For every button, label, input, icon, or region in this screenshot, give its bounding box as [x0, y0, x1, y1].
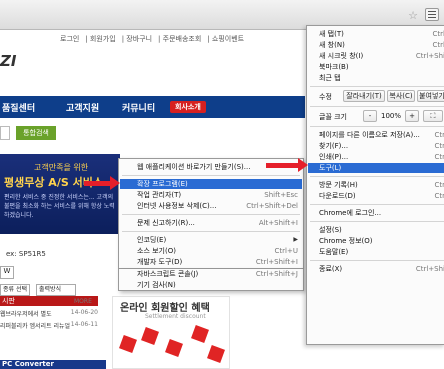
chrome-main-menu: 새 탭(T) Ctrl 새 창(N) Ctrl 새 시크릿 창(I) Ctrl+Shi…: [306, 25, 444, 345]
news-box: 시판 MORE 웹브라우저에서 별도 14-06-20 리퍼블리카 엠서리트 리뉴…: [0, 296, 98, 356]
gift-box-icon: [191, 325, 209, 343]
nav-quality[interactable]: 품질센터: [2, 101, 35, 114]
menu-separator: [122, 175, 300, 176]
top-links: 로그인 | 회원가입 | 장바구니 | 주문배송조회 | 쇼핑이벤트: [60, 35, 245, 43]
submenu-arrow-icon: ▶: [293, 236, 298, 243]
menu-separator: [122, 231, 300, 232]
bookmark-star-icon[interactable]: ☆: [408, 9, 418, 22]
paste-button[interactable]: 붙여넣기: [417, 90, 444, 102]
menu-item-downloads[interactable]: 다운로드(D) Ctr: [308, 191, 444, 201]
order-link[interactable]: 주문배송조회: [163, 35, 202, 43]
nav-support[interactable]: 고객지원: [66, 101, 99, 114]
menu-item-incognito[interactable]: 새 시크릿 창(I) Ctrl+Shi: [308, 51, 444, 61]
menu-item-report-issue[interactable]: 문제 신고하기(R)... Alt+Shift+I: [120, 218, 302, 228]
menu-item-new-tab[interactable]: 새 탭(T) Ctrl: [308, 29, 444, 39]
fullscreen-button[interactable]: ⛶: [423, 110, 443, 122]
menu-item-new-window[interactable]: 새 창(N) Ctrl: [308, 40, 444, 50]
product-search-form: ex: SP51R5 W 종류 선택 출력방식: [0, 244, 120, 304]
gift-box-icon: [141, 327, 159, 345]
promo-subtitle: Settlement discount: [145, 313, 206, 320]
menu-item-exit[interactable]: 종료(X) Ctrl+Shi: [308, 264, 444, 274]
menu-item-extensions[interactable]: 확장 프로그램(E): [120, 179, 302, 189]
site-nav: 품질센터 고객지원 커뮤니티 회사소개: [0, 96, 305, 118]
menu-separator: [310, 126, 444, 127]
search-row: 통합검색: [0, 126, 305, 142]
type-select[interactable]: 종류 선택: [0, 284, 30, 296]
menu-item-save-page[interactable]: 페이지를 다른 이름으로 저장(A)... Ctr: [308, 130, 444, 140]
menu-separator: [310, 221, 444, 222]
site-logo[interactable]: ZI: [0, 52, 16, 70]
as-banner[interactable]: 고객만족을 위한 평생무상 A/S 서비스 편리한 서비스 중 진정한 서비스는…: [0, 154, 120, 234]
menu-separator: [310, 86, 444, 87]
annotation-arrow-icon: [266, 158, 308, 172]
menu-item-clear-data[interactable]: 인터넷 사용정보 삭제(C)... Ctrl+Shift+Del: [120, 201, 302, 211]
gift-box-icon: [165, 339, 183, 357]
menu-item-tools[interactable]: 도구(L): [308, 163, 444, 173]
menu-item-task-manager[interactable]: 작업 관리자(T) Shift+Esc: [120, 190, 302, 200]
menu-item-find[interactable]: 찾기(F)... Ctr: [308, 141, 444, 151]
zoom-in-button[interactable]: +: [405, 110, 419, 122]
fullscreen-icon: ⛶: [430, 112, 436, 120]
menu-item-bookmarks[interactable]: 북마크(B): [308, 62, 444, 72]
chrome-menu-button[interactable]: [425, 8, 439, 21]
menu-item-js-console[interactable]: 자바스크립트 콘솔(J) Ctrl+Shift+J: [120, 269, 302, 279]
menu-separator: [310, 106, 444, 107]
gift-box-icon: [207, 345, 225, 363]
promo-title: 온라인 회원할인 혜택: [120, 303, 210, 314]
menu-separator: [310, 176, 444, 177]
menu-item-devtools[interactable]: 개발자 도구(D) Ctrl+Shift+I: [120, 257, 302, 267]
tools-submenu-tail: 자바스크립트 콘솔(J) Ctrl+Shift+J 기기 검사(N): [118, 269, 304, 291]
output-select[interactable]: 출력방식: [36, 284, 76, 296]
zoom-label: 글꼴 크기: [319, 113, 347, 121]
zoom-level: 100%: [381, 112, 402, 120]
event-link[interactable]: 쇼핑이벤트: [212, 35, 244, 43]
gift-box-icon: [119, 335, 137, 353]
menu-item-recent-tabs[interactable]: 최근 탭: [308, 73, 444, 83]
menu-item-encoding[interactable]: 인코딩(E) ▶: [120, 235, 302, 245]
banner-line3: 편리한 서비스 중 진정한 서비스는... 고객의 불편을 최소화 하는 서비스…: [4, 194, 115, 219]
zoom-out-button[interactable]: -: [363, 110, 377, 122]
promo-box[interactable]: 온라인 회원할인 혜택 Settlement discount: [112, 296, 230, 369]
cart-link[interactable]: 장바구니: [126, 35, 152, 43]
menu-separator: [310, 204, 444, 205]
menu-item-signin[interactable]: Chrome에 로그인...: [308, 208, 444, 218]
menu-item-view-source[interactable]: 소스 보기(O) Ctrl+U: [120, 246, 302, 256]
menu-item-about[interactable]: Chrome 정보(O): [308, 236, 444, 246]
menu-item-help[interactable]: 도움말(E): [308, 247, 444, 257]
tools-submenu: 웹 애플리케이션 바로가기 만들기(S)... 확장 프로그램(E) 작업 관리…: [118, 158, 304, 269]
w-field[interactable]: W: [0, 266, 14, 279]
cut-button[interactable]: 잘라내기(T): [343, 90, 385, 102]
news-item[interactable]: 리퍼블리카 엠서리트 리뉴얼 14-06-11: [0, 321, 98, 330]
menu-item-settings[interactable]: 설정(S): [308, 225, 444, 235]
copy-button[interactable]: 복사(C): [387, 90, 415, 102]
news-item[interactable]: 웹브라우저에서 별도 14-06-20: [0, 309, 98, 318]
menu-separator: [122, 214, 300, 215]
menu-item-inspect-devices[interactable]: 기기 검사(N): [120, 280, 302, 290]
menu-separator: [310, 260, 444, 261]
login-link[interactable]: 로그인: [60, 35, 79, 43]
annotation-arrow-icon: [84, 176, 120, 190]
nav-company[interactable]: 회사소개: [170, 101, 206, 113]
serial-hint: ex: SP51R5: [6, 250, 46, 258]
news-more-link[interactable]: MORE: [74, 298, 92, 305]
signup-link[interactable]: 회원가입: [90, 35, 116, 43]
nav-community[interactable]: 커뮤니티: [122, 101, 155, 114]
edit-label: 수정: [319, 93, 332, 101]
search-input[interactable]: [0, 126, 10, 140]
menu-item-print[interactable]: 인쇄(P)... Ctr: [308, 152, 444, 162]
menu-item-history[interactable]: 방문 기록(H) Ctr: [308, 180, 444, 190]
banner-line1: 고객만족을 위한: [34, 163, 89, 172]
converter-banner[interactable]: PC Converter: [0, 360, 106, 369]
search-button[interactable]: 통합검색: [16, 126, 56, 140]
